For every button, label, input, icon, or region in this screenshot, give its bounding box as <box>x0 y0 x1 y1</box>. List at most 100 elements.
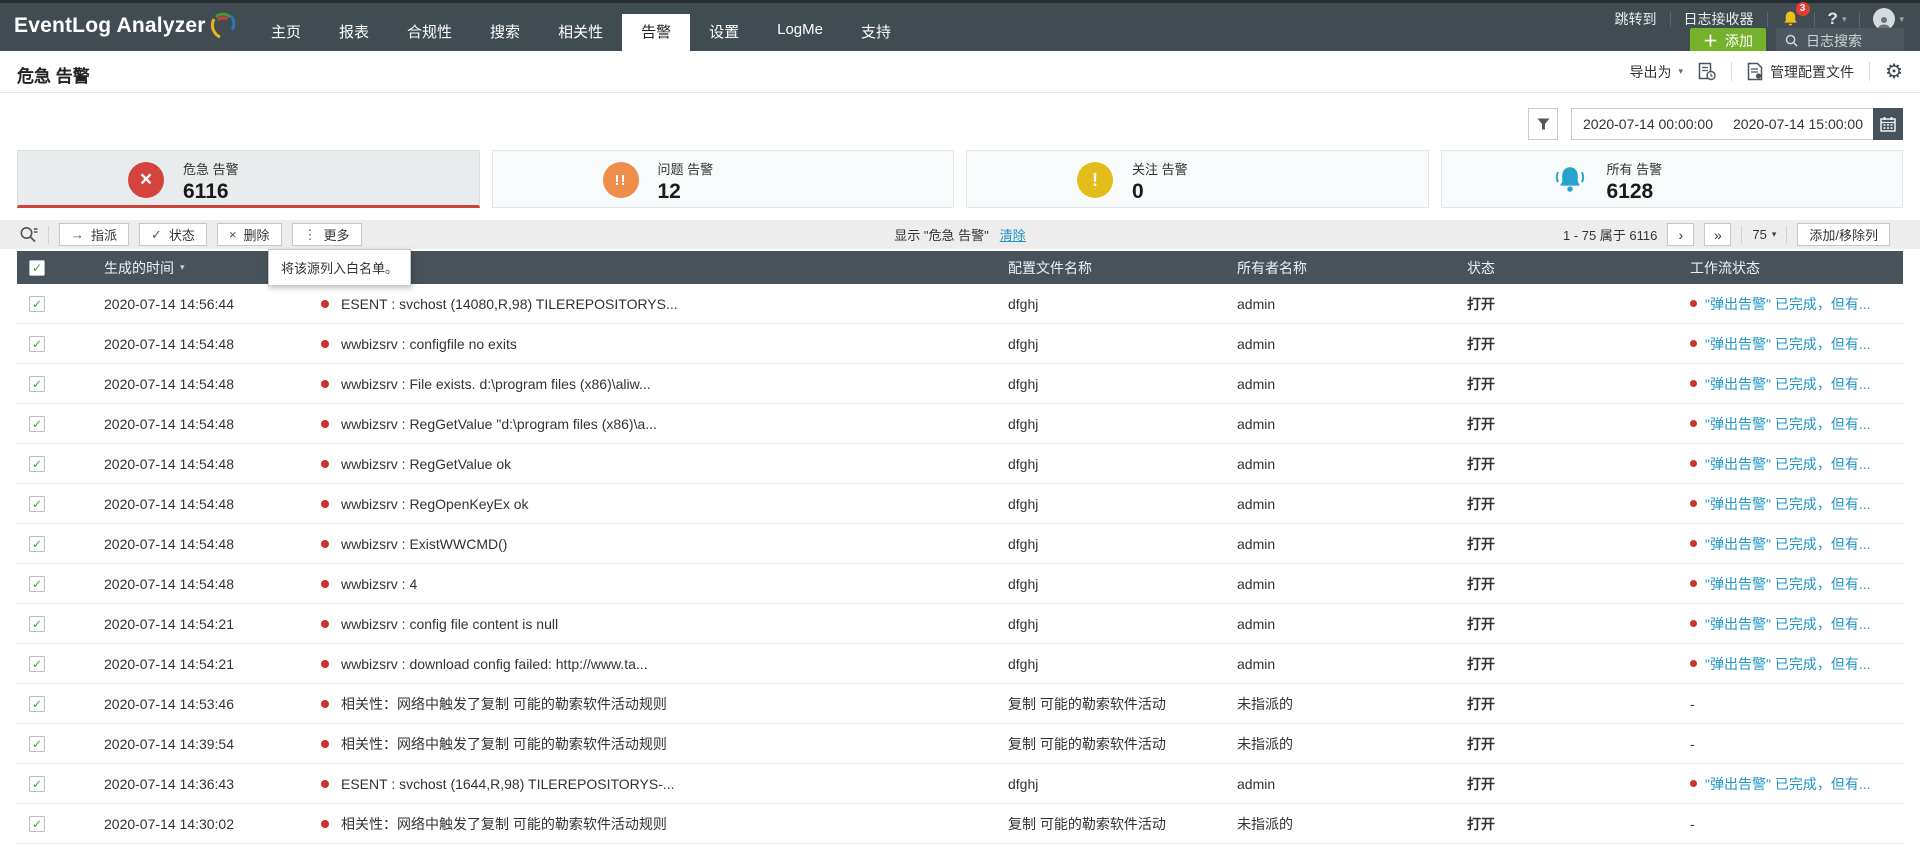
workflow-status-dot <box>1690 300 1697 307</box>
row-checkbox[interactable]: ✓ <box>29 536 45 552</box>
x-icon: × <box>229 227 237 242</box>
row-checkbox[interactable]: ✓ <box>29 296 45 312</box>
chevron-down-icon: ▾ <box>1772 229 1777 240</box>
plus-icon: ＋ <box>1703 30 1718 51</box>
card-trouble-alerts[interactable]: !! 问题 告警 12 <box>492 150 955 208</box>
alert-status: 打开 <box>1460 734 1685 754</box>
workflow-status-link[interactable]: "弹出告警" 已完成，但有... <box>1705 334 1871 354</box>
generated-time: 2020-07-14 14:54:48 <box>95 336 315 352</box>
workflow-status-link[interactable]: "弹出告警" 已完成，但有... <box>1705 614 1871 634</box>
workflow-status-empty: - <box>1690 816 1695 832</box>
workflow-status-empty: - <box>1690 736 1695 752</box>
row-checkbox[interactable]: ✓ <box>29 776 45 792</box>
column-header-owner[interactable]: 所有者名称 <box>1230 258 1460 278</box>
manage-profiles-button[interactable]: 管理配置文件 <box>1747 62 1854 82</box>
chevron-down-icon: ▾ <box>1842 14 1847 25</box>
more-button[interactable]: ⋮ 更多 <box>292 223 362 246</box>
export-as-button[interactable]: 导出为 ▾ <box>1630 62 1684 82</box>
profile-name: dfghj <box>1000 336 1230 352</box>
column-header-workflow[interactable]: 工作流状态 <box>1685 258 1903 278</box>
workflow-status-dot <box>1690 660 1697 667</box>
user-menu[interactable]: ▾ <box>1873 8 1904 30</box>
workflow-status-dot <box>1690 460 1697 467</box>
profile-name: dfghj <box>1000 416 1230 432</box>
column-search-icon[interactable] <box>19 226 38 243</box>
select-all-checkbox[interactable]: ✓ <box>29 260 45 276</box>
workflow-status-link[interactable]: "弹出告警" 已完成，但有... <box>1705 494 1871 514</box>
log-receiver-link[interactable]: 日志接收器 <box>1684 9 1754 29</box>
add-remove-columns-button[interactable]: 添加/移除列 <box>1797 223 1890 246</box>
profile-name: 复制 可能的勒索软件活动 <box>1000 734 1230 754</box>
row-checkbox[interactable]: ✓ <box>29 456 45 472</box>
jump-to-link[interactable]: 跳转到 <box>1615 9 1657 29</box>
clear-filter-link[interactable]: 清除 <box>1000 225 1026 244</box>
workflow-status-link[interactable]: "弹出告警" 已完成，但有... <box>1705 534 1871 554</box>
workflow-status-dot <box>1690 420 1697 427</box>
column-header-status[interactable]: 状态 <box>1460 258 1685 278</box>
card-attention-alerts[interactable]: ! 关注 告警 0 <box>966 150 1429 208</box>
nav-tab-5[interactable]: 告警 <box>622 14 690 51</box>
workflow-status-link[interactable]: "弹出告警" 已完成，但有... <box>1705 654 1871 674</box>
generated-time: 2020-07-14 14:53:46 <box>95 696 315 712</box>
filter-button[interactable] <box>1528 108 1558 140</box>
row-checkbox[interactable]: ✓ <box>29 656 45 672</box>
kebab-menu-icon: ⋮ <box>304 227 317 243</box>
nav-action-bar: ＋ 添加 日志搜索 <box>1690 28 1904 53</box>
workflow-status-link[interactable]: "弹出告警" 已完成，但有... <box>1705 294 1871 314</box>
nav-tab-3[interactable]: 搜索 <box>471 14 539 51</box>
row-checkbox[interactable]: ✓ <box>29 576 45 592</box>
row-checkbox[interactable]: ✓ <box>29 736 45 752</box>
schedule-report-button[interactable] <box>1698 62 1716 81</box>
nav-tab-4[interactable]: 相关性 <box>539 14 622 51</box>
gear-icon[interactable]: ⚙ <box>1885 62 1903 82</box>
nav-tab-6[interactable]: 设置 <box>690 14 758 51</box>
card-value: 0 <box>1132 180 1188 204</box>
workflow-status-link[interactable]: "弹出告警" 已完成，但有... <box>1705 414 1871 434</box>
nav-tab-8[interactable]: 支持 <box>842 14 910 51</box>
row-checkbox[interactable]: ✓ <box>29 336 45 352</box>
date-range-input[interactable]: 2020-07-14 00:00:00 2020-07-14 15:00:00 <box>1571 108 1903 140</box>
help-menu[interactable]: ? ▾ <box>1828 9 1847 29</box>
row-checkbox[interactable]: ✓ <box>29 416 45 432</box>
severity-dot <box>321 660 329 668</box>
card-all-alerts[interactable]: 所有 告警 6128 <box>1441 150 1904 208</box>
card-critical-alerts[interactable]: × 危急 告警 6116 <box>17 150 480 208</box>
alert-status: 打开 <box>1460 294 1685 314</box>
log-search-input[interactable]: 日志搜索 <box>1776 28 1904 53</box>
whitelist-source-menu-item[interactable]: 将该源列入白名单。 <box>281 261 398 276</box>
profile-name: dfghj <box>1000 376 1230 392</box>
row-checkbox[interactable]: ✓ <box>29 696 45 712</box>
row-checkbox[interactable]: ✓ <box>29 376 45 392</box>
nav-tab-1[interactable]: 报表 <box>320 14 388 51</box>
severity-dot <box>321 580 329 588</box>
last-page-button[interactable]: » <box>1704 223 1731 246</box>
app-logo[interactable]: EventLog Analyzer <box>14 12 238 40</box>
add-button[interactable]: ＋ 添加 <box>1690 28 1766 53</box>
workflow-status-link[interactable]: "弹出告警" 已完成，但有... <box>1705 574 1871 594</box>
assign-button[interactable]: → 指派 <box>59 223 129 246</box>
column-header-profile[interactable]: 配置文件名称 <box>1000 258 1230 278</box>
row-checkbox[interactable]: ✓ <box>29 816 45 832</box>
page-size-select[interactable]: 75 ▾ <box>1752 227 1776 242</box>
workflow-status: "弹出告警" 已完成，但有... <box>1685 334 1903 354</box>
nav-tab-0[interactable]: 主页 <box>252 14 320 51</box>
delete-button[interactable]: × 删除 <box>217 223 282 246</box>
row-checkbox[interactable]: ✓ <box>29 616 45 632</box>
workflow-status-link[interactable]: "弹出告警" 已完成，但有... <box>1705 454 1871 474</box>
profile-name: dfghj <box>1000 656 1230 672</box>
nav-tab-7[interactable]: LogMe <box>758 14 842 51</box>
workflow-status-link[interactable]: "弹出告警" 已完成，但有... <box>1705 374 1871 394</box>
calendar-button[interactable] <box>1873 108 1903 140</box>
row-checkbox[interactable]: ✓ <box>29 496 45 512</box>
generated-time: 2020-07-14 14:30:02 <box>95 816 315 832</box>
alert-message: wwbizsrv : ExistWWCMD() <box>341 536 507 552</box>
owner-name: admin <box>1230 616 1460 632</box>
workflow-status: "弹出告警" 已完成，但有... <box>1685 774 1903 794</box>
alert-message: wwbizsrv : config file content is null <box>341 616 558 632</box>
nav-tab-2[interactable]: 合规性 <box>388 14 471 51</box>
table-row: ✓2020-07-14 14:53:46相关性：网络中触发了复制 可能的勒索软件… <box>17 684 1903 724</box>
next-page-button[interactable]: › <box>1667 223 1694 246</box>
notifications-bell[interactable]: 3 <box>1781 9 1801 29</box>
status-button[interactable]: ✓ 状态 <box>139 223 207 246</box>
workflow-status-link[interactable]: "弹出告警" 已完成，但有... <box>1705 774 1871 794</box>
